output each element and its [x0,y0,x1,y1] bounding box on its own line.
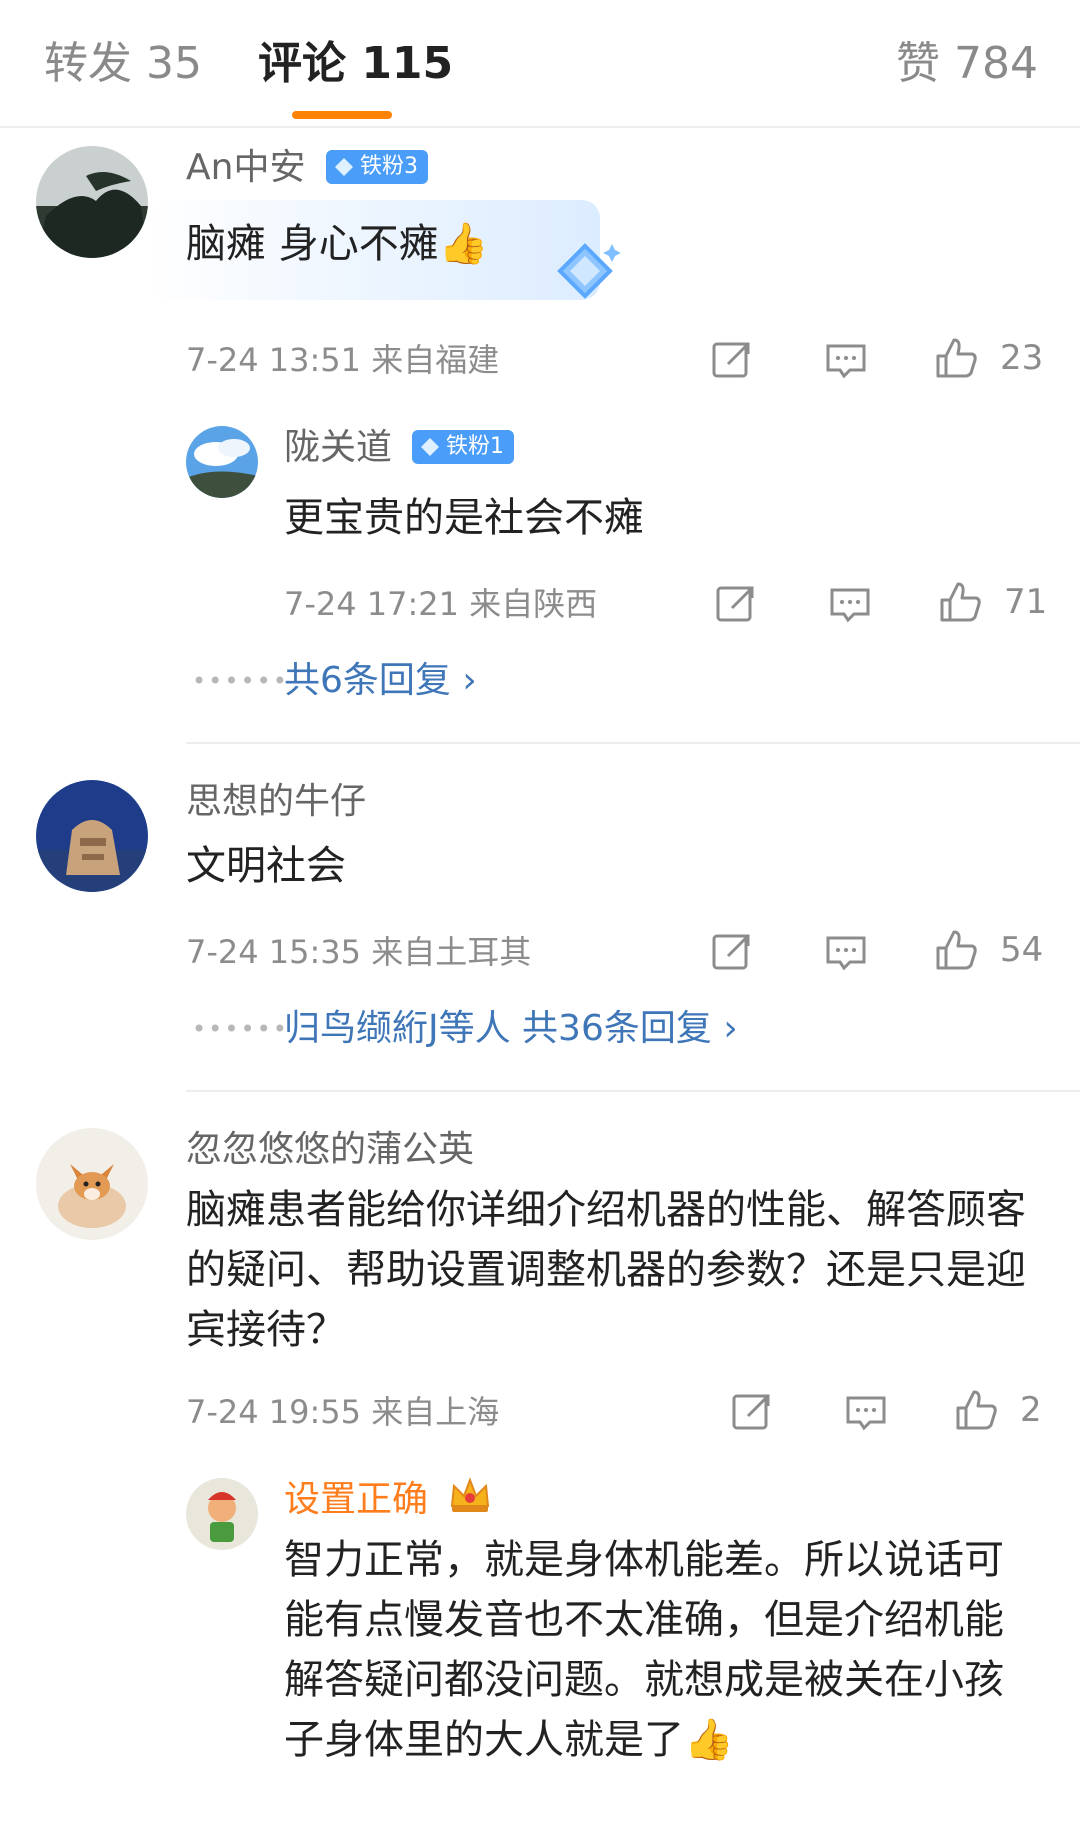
reply-meta: 7-24 17:21 来自陕西 [284,585,598,623]
username[interactable]: An中安 [186,146,305,190]
username[interactable]: 思想的牛仔 [186,780,366,824]
avatar[interactable] [36,146,148,258]
thumbs-up-icon[interactable] [934,928,978,972]
thumbs-up-icon[interactable] [934,336,978,380]
dots-icon: •••••• [192,667,289,695]
fan-badge-label: 铁粉3 [360,154,418,179]
comment-text: 脑瘫患者能给你详细介绍机器的性能、解答顾客的疑问、帮助设置调整机器的参数？还是只… [186,1187,1026,1353]
username[interactable]: 忽忽悠悠的蒲公英 [186,1128,474,1172]
thumbs-up-icon[interactable] [954,1388,998,1432]
dots-icon: •••••• [192,1015,289,1043]
share-icon[interactable] [730,1390,774,1434]
comment-icon[interactable] [824,930,868,974]
avatar[interactable] [186,1478,258,1550]
reply-username[interactable]: 陇关道 [284,426,392,470]
tab-comments[interactable]: 评论 115 [258,36,453,92]
fan-badge-label: 铁粉1 [446,434,504,459]
comment-text: 脑瘫 身心不瘫👍 [186,221,489,267]
comment-meta: 7-24 19:55 来自上海 [186,1393,500,1431]
more-replies-link[interactable]: 归鸟缬絎J等人 共36条回复 › [284,1006,738,1052]
share-icon[interactable] [710,930,754,974]
comment-icon[interactable] [824,338,868,382]
comment-icon[interactable] [844,1390,888,1434]
fan-badge: 铁粉1 [412,430,514,464]
tab-repost[interactable]: 转发 35 [44,36,202,92]
like-count: 71 [1004,582,1048,622]
diamond-icon [335,158,353,176]
comment-meta: 7-24 15:35 来自土耳其 [186,933,532,971]
more-replies-link[interactable]: 共6条回复 › [284,658,477,704]
like-count: 2 [1020,1390,1042,1430]
comment-icon[interactable] [828,582,872,626]
reply-text: 智力正常，就是身体机能差。所以说话可能有点慢发音也不太准确，但是介绍机能解答疑问… [284,1537,1004,1763]
divider [186,742,1080,744]
tab-likes[interactable]: 赞 784 [896,36,1038,92]
thumbs-up-icon[interactable] [938,580,982,624]
diamond-icon [421,438,439,456]
like-count: 54 [1000,930,1044,970]
tab-bar: 转发 35 评论 115 赞 784 [0,0,1080,128]
crown-icon [450,1477,490,1512]
active-tab-indicator [292,111,392,119]
share-icon[interactable] [710,338,754,382]
comment-meta: 7-24 13:51 来自福建 [186,341,500,379]
fan-badge: 铁粉3 [326,150,428,184]
comment-text: 文明社会 [186,843,346,889]
avatar[interactable] [36,780,148,892]
share-icon[interactable] [714,582,758,626]
reply-username[interactable]: 设置正确 [284,1478,428,1522]
avatar[interactable] [36,1128,148,1240]
like-count: 23 [1000,338,1044,378]
avatar[interactable] [186,426,258,498]
reply-text: 更宝贵的是社会不瘫 [284,495,644,541]
divider [186,1090,1080,1092]
